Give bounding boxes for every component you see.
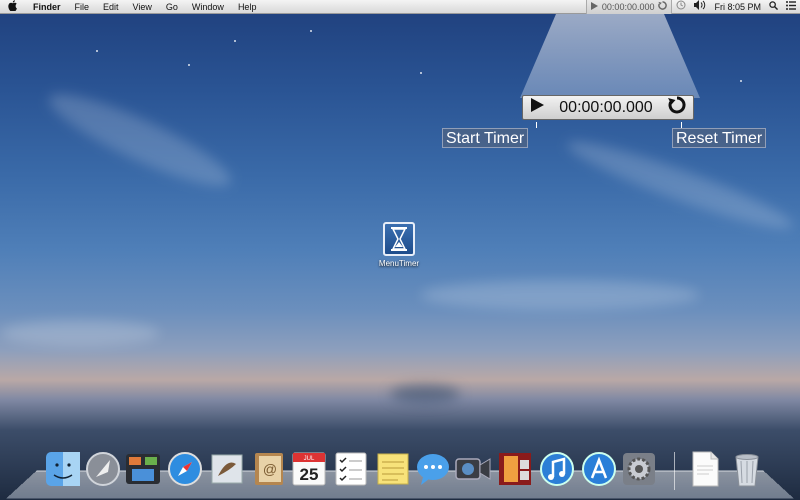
menu-go[interactable]: Go: [159, 0, 185, 14]
menubar-timer[interactable]: 00:00:00.000: [585, 0, 673, 14]
start-callout-pointer: [536, 122, 537, 128]
app-store-icon[interactable]: [580, 450, 618, 488]
menubar-reset-icon[interactable]: [658, 0, 668, 14]
trash-icon[interactable]: [728, 450, 766, 488]
calendar-icon[interactable]: JUL 25: [290, 450, 328, 488]
time-machine-icon[interactable]: [672, 0, 690, 14]
reset-timer-callout: Reset Timer: [672, 128, 767, 148]
spotlight-search-icon[interactable]: [765, 0, 782, 14]
document-icon[interactable]: [686, 450, 724, 488]
finder-icon[interactable]: [44, 450, 82, 488]
menubar-play-icon[interactable]: [590, 0, 598, 14]
itunes-icon[interactable]: [538, 450, 576, 488]
messages-icon[interactable]: [414, 450, 452, 488]
menu-view[interactable]: View: [126, 0, 159, 14]
calendar-month: JUL: [304, 456, 315, 462]
menubar-timer-value: 00:00:00.000: [601, 2, 655, 12]
launchpad-icon[interactable]: [84, 450, 122, 488]
menu-bar: Finder File Edit View Go Window Help 00:…: [0, 0, 800, 14]
menu-edit[interactable]: Edit: [96, 0, 126, 14]
menu-file[interactable]: File: [68, 0, 97, 14]
timer-panel-enlarged: 00:00:00.000: [522, 95, 694, 120]
apple-menu-icon[interactable]: [0, 0, 26, 14]
volume-icon[interactable]: [690, 0, 710, 14]
desktop-icon-label: MenuTimer: [378, 259, 420, 268]
safari-icon[interactable]: [166, 450, 204, 488]
start-timer-callout: Start Timer: [442, 128, 529, 148]
mail-icon[interactable]: [208, 450, 246, 488]
start-timer-play-icon[interactable]: [529, 97, 545, 118]
dock-separator: [674, 452, 675, 490]
reset-timer-icon[interactable]: [667, 95, 687, 120]
mission-control-icon[interactable]: [124, 450, 162, 488]
zoom-highlight: [520, 14, 700, 98]
calendar-day: 25: [300, 465, 319, 484]
menu-window[interactable]: Window: [185, 0, 231, 14]
svg-text:@: @: [263, 461, 277, 477]
menubar-clock[interactable]: Fri 8:05 PM: [710, 0, 765, 14]
contacts-icon[interactable]: @: [250, 450, 288, 488]
timer-panel-value: 00:00:00.000: [559, 98, 653, 116]
photo-booth-icon[interactable]: [496, 450, 534, 488]
desktop-icon-menutimer[interactable]: MenuTimer: [374, 222, 424, 268]
menu-finder[interactable]: Finder: [26, 0, 68, 14]
notification-center-icon[interactable]: [782, 0, 800, 14]
notes-icon[interactable]: [374, 450, 412, 488]
reminders-icon[interactable]: [332, 450, 370, 488]
menu-help[interactable]: Help: [231, 0, 264, 14]
facetime-icon[interactable]: [454, 450, 492, 488]
hourglass-icon: [383, 222, 415, 256]
system-preferences-icon[interactable]: [620, 450, 658, 488]
